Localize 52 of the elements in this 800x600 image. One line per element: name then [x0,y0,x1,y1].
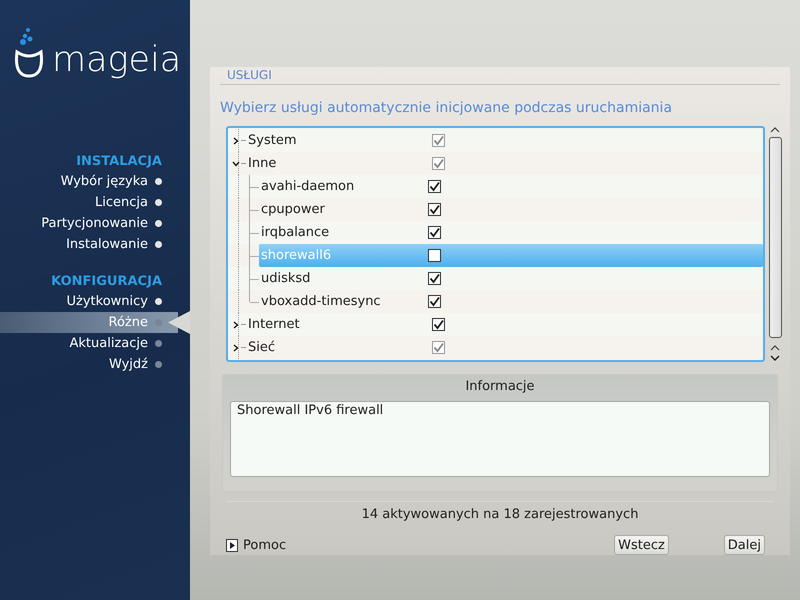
group-name: Sieć [248,340,276,356]
instruction-text: Wybierz usługi automatycznie inicjowane podczas uruchamiania [219,99,674,118]
checkmark-icon [429,273,440,284]
checkbox[interactable] [428,272,441,286]
checkbox[interactable] [428,249,441,262]
scroll-up-icon[interactable] [770,126,780,134]
service-name: irqbalance [261,225,330,240]
nav-item[interactable]: Użytkownicy [0,291,190,312]
section-heading: KONFIGURACJA [50,274,163,289]
logo: mageia [52,40,182,80]
checkbox[interactable] [428,295,441,308]
tree-row[interactable]: Sieć [228,336,763,360]
info-title: Informacje [464,378,536,396]
checkmark-icon [429,181,440,192]
chevron-right-icon[interactable] [232,136,240,145]
help-toggle[interactable]: Pomoc [226,538,286,553]
service-name: cpupower [261,202,326,218]
group-name: Inne [248,156,278,172]
group-name: Internet [248,317,301,332]
nav-item[interactable]: Aktualizacje [0,333,190,354]
scroll-down-icon[interactable] [770,354,780,362]
checkbox[interactable] [428,180,441,194]
checkmark-icon [429,204,440,216]
group-name: System [248,133,298,148]
nav-item[interactable]: Licencja [0,192,190,213]
status-text: 14 aktywowanych na 18 zarejestrowanych [360,506,640,524]
checkbox[interactable] [428,203,441,216]
service-name: shorewall6 [261,248,332,264]
tree-row[interactable]: vboxadd-timesync [228,290,763,314]
nav-button[interactable]: Dalej [724,535,765,556]
chevron-down-icon[interactable] [232,160,240,168]
info-text-box: Shorewall IPv6 firewall [230,401,770,478]
nav-item[interactable]: Instalowanie [0,234,190,255]
service-name: vboxadd-timesync [261,294,382,310]
scrollbar-thumb[interactable] [768,137,782,338]
checkmark-icon [429,227,440,238]
tree-row[interactable]: Inne [228,152,763,176]
page-title: USŁUGI [226,68,273,84]
checkmark-icon [429,296,440,308]
service-name: avahi-daemon [261,179,356,194]
nav-item[interactable]: Wybór języka [0,171,190,192]
tree-row[interactable]: cpupower [228,198,763,222]
section-heading: INSTALACJA [75,154,163,169]
nav-item[interactable]: Partycjonowanie [0,213,190,234]
checkbox[interactable] [428,226,441,240]
nav-button[interactable]: Wstecz [614,535,669,556]
scroll-up-icon[interactable] [770,344,780,352]
chevron-right-icon[interactable] [232,320,240,329]
chevron-right-icon[interactable] [232,344,240,352]
pointer-icon [168,311,190,334]
nav-item[interactable]: Wyjdź [0,354,190,375]
service-name: udisksd [261,271,312,286]
